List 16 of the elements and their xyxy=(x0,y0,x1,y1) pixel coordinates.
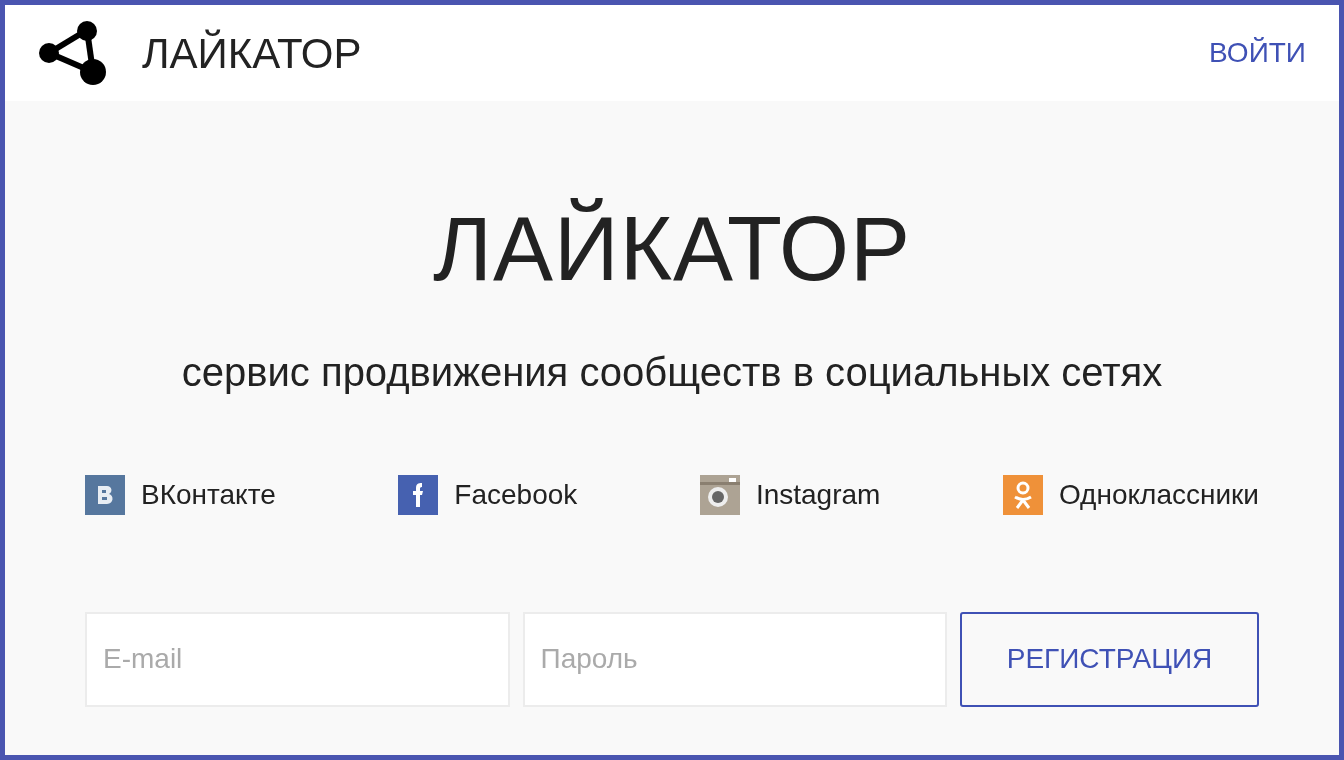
hero-title: ЛАЙКАТОР xyxy=(431,197,913,301)
password-field[interactable]: Пароль xyxy=(522,611,948,707)
login-link[interactable]: ВОЙТИ xyxy=(1209,32,1306,74)
camera-icon xyxy=(699,474,740,515)
email-field[interactable]: E-mail xyxy=(85,611,510,707)
network-label: Instagram xyxy=(755,477,881,512)
network-label: Facebook xyxy=(454,477,578,512)
hero-subtitle: сервис продвижения сообществ в социальных сетях xyxy=(180,348,1164,396)
network-label: Одноклассники xyxy=(1058,477,1259,512)
vk-icon xyxy=(85,474,125,515)
share-icon xyxy=(37,20,109,86)
facebook-icon xyxy=(398,474,439,515)
ok-icon xyxy=(1002,474,1043,515)
network-label: ВКонтакте xyxy=(141,477,276,512)
app-name: ЛАЙКАТОР xyxy=(142,28,362,79)
register-button[interactable]: РЕГИСТРАЦИЯ xyxy=(960,611,1259,707)
